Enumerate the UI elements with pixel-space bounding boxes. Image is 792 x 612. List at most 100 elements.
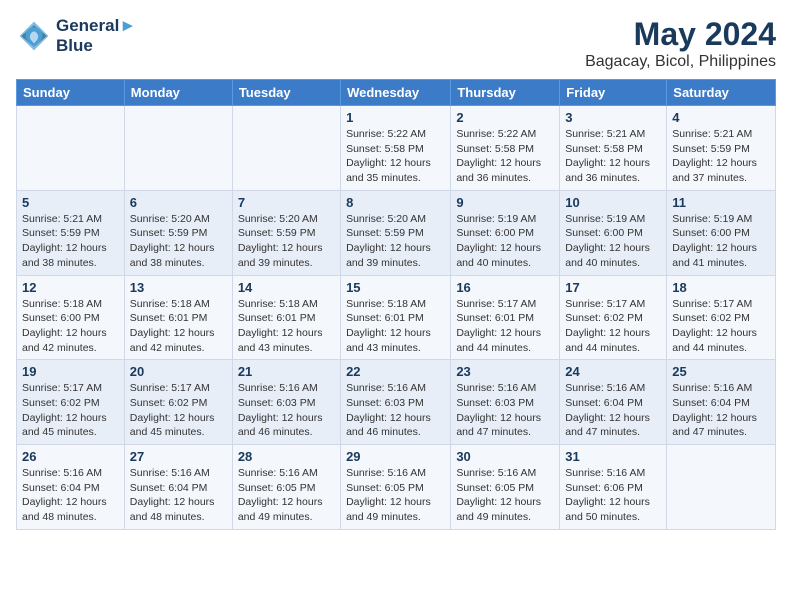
weekday-header-wednesday: Wednesday [341,80,451,106]
day-info: Sunrise: 5:16 AMSunset: 6:04 PMDaylight:… [130,466,227,525]
day-number: 4 [672,110,770,125]
calendar-cell: 8 Sunrise: 5:20 AMSunset: 5:59 PMDaylight… [341,190,451,275]
calendar-cell: 17 Sunrise: 5:17 AMSunset: 6:02 PMDayligh… [560,275,667,360]
day-number: 14 [238,280,335,295]
title-block: May 2024 Bagacay, Bicol, Philippines [585,16,776,71]
calendar-cell: 10 Sunrise: 5:19 AMSunset: 6:00 PMDayligh… [560,190,667,275]
page-header: General► Blue May 2024 Bagacay, Bicol, P… [16,16,776,71]
day-number: 9 [456,195,554,210]
day-number: 25 [672,364,770,379]
calendar-cell [232,106,340,191]
calendar: SundayMondayTuesdayWednesdayThursdayFrid… [16,79,776,530]
calendar-cell: 22 Sunrise: 5:16 AMSunset: 6:03 PMDayligh… [341,360,451,445]
day-number: 26 [22,449,119,464]
calendar-cell: 26 Sunrise: 5:16 AMSunset: 6:04 PMDayligh… [17,445,125,530]
day-info: Sunrise: 5:16 AMSunset: 6:05 PMDaylight:… [238,466,335,525]
calendar-cell: 18 Sunrise: 5:17 AMSunset: 6:02 PMDayligh… [667,275,776,360]
logo-icon [16,18,52,54]
logo-text: General► Blue [56,16,136,56]
calendar-cell: 21 Sunrise: 5:16 AMSunset: 6:03 PMDayligh… [232,360,340,445]
calendar-cell: 7 Sunrise: 5:20 AMSunset: 5:59 PMDaylight… [232,190,340,275]
day-number: 28 [238,449,335,464]
day-info: Sunrise: 5:19 AMSunset: 6:00 PMDaylight:… [456,212,554,271]
day-info: Sunrise: 5:18 AMSunset: 6:01 PMDaylight:… [238,297,335,356]
weekday-header-sunday: Sunday [17,80,125,106]
day-info: Sunrise: 5:21 AMSunset: 5:59 PMDaylight:… [672,127,770,186]
day-number: 24 [565,364,661,379]
day-info: Sunrise: 5:17 AMSunset: 6:01 PMDaylight:… [456,297,554,356]
day-info: Sunrise: 5:19 AMSunset: 6:00 PMDaylight:… [672,212,770,271]
day-number: 5 [22,195,119,210]
calendar-cell: 1Sunrise: 5:22 AMSunset: 5:58 PMDaylight… [341,106,451,191]
day-info: Sunrise: 5:22 AMSunset: 5:58 PMDaylight:… [456,127,554,186]
weekday-header-monday: Monday [124,80,232,106]
day-number: 29 [346,449,445,464]
weekday-header-tuesday: Tuesday [232,80,340,106]
day-number: 17 [565,280,661,295]
calendar-cell: 20 Sunrise: 5:17 AMSunset: 6:02 PMDayligh… [124,360,232,445]
day-info: Sunrise: 5:18 AMSunset: 6:01 PMDaylight:… [346,297,445,356]
day-number: 31 [565,449,661,464]
logo: General► Blue [16,16,136,56]
calendar-cell: 25 Sunrise: 5:16 AMSunset: 6:04 PMDayligh… [667,360,776,445]
calendar-cell [17,106,125,191]
calendar-cell: 30 Sunrise: 5:16 AMSunset: 6:05 PMDayligh… [451,445,560,530]
day-info: Sunrise: 5:16 AMSunset: 6:05 PMDaylight:… [456,466,554,525]
day-number: 20 [130,364,227,379]
calendar-cell: 4 Sunrise: 5:21 AMSunset: 5:59 PMDaylight… [667,106,776,191]
day-info: Sunrise: 5:16 AMSunset: 6:04 PMDaylight:… [22,466,119,525]
day-info: Sunrise: 5:17 AMSunset: 6:02 PMDaylight:… [22,381,119,440]
day-number: 12 [22,280,119,295]
day-number: 2 [456,110,554,125]
calendar-cell: 28 Sunrise: 5:16 AMSunset: 6:05 PMDayligh… [232,445,340,530]
day-info: Sunrise: 5:16 AMSunset: 6:04 PMDaylight:… [565,381,661,440]
day-info: Sunrise: 5:16 AMSunset: 6:03 PMDaylight:… [238,381,335,440]
day-info: Sunrise: 5:17 AMSunset: 6:02 PMDaylight:… [130,381,227,440]
day-number: 15 [346,280,445,295]
calendar-cell: 16 Sunrise: 5:17 AMSunset: 6:01 PMDayligh… [451,275,560,360]
day-number: 22 [346,364,445,379]
day-number: 1 [346,110,445,125]
day-info: Sunrise: 5:16 AMSunset: 6:04 PMDaylight:… [672,381,770,440]
day-number: 7 [238,195,335,210]
weekday-header-thursday: Thursday [451,80,560,106]
calendar-cell: 3 Sunrise: 5:21 AMSunset: 5:58 PMDaylight… [560,106,667,191]
day-number: 13 [130,280,227,295]
day-info: Sunrise: 5:21 AMSunset: 5:58 PMDaylight:… [565,127,661,186]
day-number: 18 [672,280,770,295]
calendar-cell [667,445,776,530]
calendar-cell: 24 Sunrise: 5:16 AMSunset: 6:04 PMDayligh… [560,360,667,445]
day-info: Sunrise: 5:19 AMSunset: 6:00 PMDaylight:… [565,212,661,271]
calendar-cell: 9 Sunrise: 5:19 AMSunset: 6:00 PMDaylight… [451,190,560,275]
weekday-header-saturday: Saturday [667,80,776,106]
calendar-cell: 29 Sunrise: 5:16 AMSunset: 6:05 PMDayligh… [341,445,451,530]
calendar-cell: 2 Sunrise: 5:22 AMSunset: 5:58 PMDaylight… [451,106,560,191]
day-info: Sunrise: 5:18 AMSunset: 6:00 PMDaylight:… [22,297,119,356]
day-number: 3 [565,110,661,125]
day-number: 11 [672,195,770,210]
day-number: 16 [456,280,554,295]
day-info: Sunrise: 5:16 AMSunset: 6:06 PMDaylight:… [565,466,661,525]
calendar-cell: 6 Sunrise: 5:20 AMSunset: 5:59 PMDaylight… [124,190,232,275]
calendar-cell: 12 Sunrise: 5:18 AMSunset: 6:00 PMDayligh… [17,275,125,360]
day-number: 21 [238,364,335,379]
calendar-cell: 5 Sunrise: 5:21 AMSunset: 5:59 PMDaylight… [17,190,125,275]
day-number: 6 [130,195,227,210]
calendar-cell: 14 Sunrise: 5:18 AMSunset: 6:01 PMDayligh… [232,275,340,360]
day-info: Sunrise: 5:21 AMSunset: 5:59 PMDaylight:… [22,212,119,271]
day-info: Sunrise: 5:20 AMSunset: 5:59 PMDaylight:… [238,212,335,271]
day-info: Sunrise: 5:17 AMSunset: 6:02 PMDaylight:… [672,297,770,356]
day-info: Sunrise: 5:20 AMSunset: 5:59 PMDaylight:… [346,212,445,271]
day-info: Sunrise: 5:20 AMSunset: 5:59 PMDaylight:… [130,212,227,271]
day-info: Sunrise: 5:16 AMSunset: 6:05 PMDaylight:… [346,466,445,525]
subtitle: Bagacay, Bicol, Philippines [585,53,776,71]
calendar-cell: 11 Sunrise: 5:19 AMSunset: 6:00 PMDayligh… [667,190,776,275]
calendar-cell: 23Sunrise: 5:16 AMSunset: 6:03 PMDayligh… [451,360,560,445]
calendar-cell: 31 Sunrise: 5:16 AMSunset: 6:06 PMDayligh… [560,445,667,530]
calendar-cell: 13Sunrise: 5:18 AMSunset: 6:01 PMDayligh… [124,275,232,360]
day-info: Sunrise: 5:17 AMSunset: 6:02 PMDaylight:… [565,297,661,356]
day-number: 8 [346,195,445,210]
day-number: 30 [456,449,554,464]
day-info: Sunrise: 5:16 AMSunset: 6:03 PMDaylight:… [346,381,445,440]
day-number: 10 [565,195,661,210]
